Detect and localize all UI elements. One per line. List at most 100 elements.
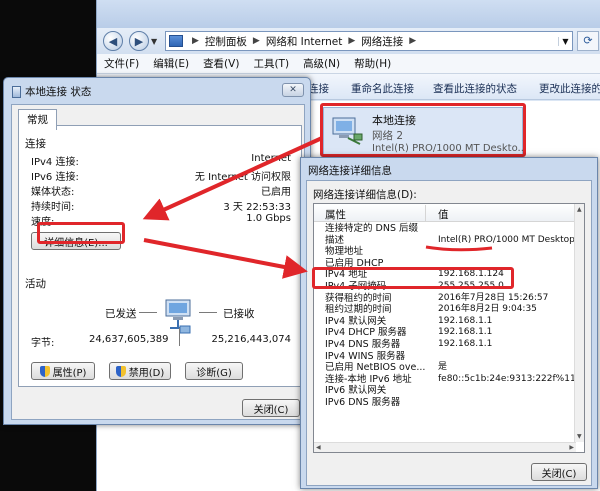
cell-property: 已启用 DHCP	[325, 257, 384, 269]
table-row[interactable]: 已启用 NetBIOS ove... 是	[314, 362, 576, 374]
cell-property: IPv4 DHCP 服务器	[325, 327, 407, 339]
table-row[interactable]: IPv6 DNS 服务器	[314, 397, 576, 409]
received-line	[199, 312, 217, 313]
status-dialog-body: 常规 连接 IPv4 连接: Internet IPv6 连接: 无 Inter…	[11, 104, 305, 420]
vertical-scrollbar[interactable]: ▲ ▼	[574, 204, 584, 442]
ipv6-connectivity-label: IPv6 连接:	[31, 172, 79, 183]
cmd-change-settings[interactable]: 更改此连接的设置	[539, 81, 600, 96]
table-row[interactable]: 描述 Intel(R) PRO/1000 MT Desktop A	[314, 234, 584, 247]
back-arrow-icon: ◀	[108, 34, 118, 48]
breadcrumb-separator-icon[interactable]: ▶	[409, 36, 416, 46]
menu-view[interactable]: 查看(V)	[196, 56, 246, 71]
diagnose-button[interactable]: 诊断(G)	[185, 362, 243, 380]
breadcrumb-item[interactable]: 网络连接	[361, 34, 403, 49]
status-dialog-titlebar: 本地连接 状态	[12, 84, 91, 99]
cell-value: Intel(R) PRO/1000 MT Desktop A	[438, 234, 584, 245]
breadcrumb-separator-icon[interactable]: ▶	[348, 36, 355, 46]
scroll-right-icon[interactable]: ▶	[569, 444, 574, 451]
menu-tools[interactable]: 工具(T)	[246, 56, 296, 71]
cell-property: 描述	[325, 234, 345, 246]
table-row[interactable]: IPv6 默认网关	[314, 385, 576, 397]
cell-value: 192.168.1.1	[438, 339, 493, 349]
menu-help[interactable]: 帮助(H)	[347, 56, 398, 71]
menu-file[interactable]: 文件(F)	[97, 56, 146, 71]
activity-section-label: 活动	[25, 278, 46, 290]
cell-value: 是	[438, 362, 448, 373]
menu-advanced[interactable]: 高级(N)	[296, 56, 347, 71]
scroll-down-icon[interactable]: ▼	[577, 433, 582, 440]
address-dropdown-icon[interactable]: ▼	[558, 36, 572, 46]
breadcrumb-separator-icon[interactable]: ▶	[192, 36, 199, 46]
table-row[interactable]: IPv4 DNS 服务器 192.168.1.1	[314, 339, 576, 351]
network-adapter-icon	[332, 117, 363, 145]
cmd-rename-connection[interactable]: 重命名此连接	[351, 81, 414, 96]
table-row[interactable]: 连接-本地 IPv6 地址 fe80::5c1b:24e:9313:222f%11	[314, 374, 576, 386]
shield-icon	[39, 365, 50, 377]
horizontal-scrollbar[interactable]: ◀ ▶	[314, 442, 576, 452]
status-dialog: 本地连接 状态 ✕ 常规 连接 IPv4 连接: Internet IPv6 连…	[3, 77, 311, 425]
table-row[interactable]: 物理地址	[314, 246, 576, 258]
status-close-button-label: 关闭(C)	[253, 404, 289, 416]
close-icon[interactable]: ✕	[282, 83, 304, 97]
status-close-button[interactable]: 关闭(C)	[242, 399, 300, 417]
scroll-up-icon[interactable]: ▲	[577, 206, 582, 213]
address-bar[interactable]: ▶ 控制面板 ▶ 网络和 Internet ▶ 网络连接 ▶ ▼	[165, 31, 573, 51]
table-row[interactable]: IPv4 子网掩码 255.255.255.0	[314, 281, 576, 293]
table-row[interactable]: 获得租约的时间 2016年7月28日 15:26:57	[314, 293, 576, 305]
back-button[interactable]: ◀	[103, 31, 123, 51]
address-row: ◀ ▶ ▼ ▶ 控制面板 ▶ 网络和 Internet ▶ 网络连接 ▶ ▼ ⟳	[97, 28, 600, 54]
disable-button[interactable]: 禁用(D)	[109, 362, 171, 380]
table-row[interactable]: IPv4 DHCP 服务器 192.168.1.1	[314, 327, 576, 339]
connection-section-label: 连接	[25, 138, 46, 150]
bytes-divider	[179, 328, 180, 346]
forward-button[interactable]: ▶	[129, 31, 149, 51]
table-row[interactable]: 租约过期的时间 2016年8月2日 9:04:35	[314, 304, 576, 316]
column-divider[interactable]	[425, 205, 426, 221]
details-button[interactable]: 详细信息(E)...	[31, 232, 121, 250]
properties-button[interactable]: 属性(P)	[31, 362, 95, 380]
shield-icon	[115, 365, 126, 377]
cell-property: IPv4 DNS 服务器	[325, 339, 401, 350]
connection-tile-local[interactable]: 本地连接 网络 2 Intel(R) PRO/1000 MT Deskto...	[323, 107, 527, 157]
cell-value: 255.255.255.0	[438, 281, 504, 291]
connection-network: 网络 2	[372, 130, 404, 142]
ipv4-connectivity-value: Internet	[251, 153, 291, 164]
table-row[interactable]: 连接特定的 DNS 后缀	[314, 223, 576, 235]
table-row[interactable]: 已启用 DHCP	[314, 258, 576, 270]
history-dropdown-icon[interactable]: ▼	[151, 37, 161, 46]
cell-property: 租约过期的时间	[325, 304, 392, 316]
cell-property: IPv6 DNS 服务器	[325, 397, 401, 408]
connection-device: Intel(R) PRO/1000 MT Deskto...	[372, 143, 528, 154]
table-row[interactable]: IPv4 WINS 服务器	[314, 351, 576, 363]
table-row[interactable]: IPv4 地址 192.168.1.124	[314, 269, 576, 281]
cell-property: IPv6 默认网关	[325, 385, 387, 397]
column-header-value[interactable]: 值	[438, 207, 449, 222]
tab-general[interactable]: 常规	[18, 109, 57, 130]
cell-property: IPv4 默认网关	[325, 315, 387, 327]
duration-label: 持续时间:	[31, 202, 75, 213]
network-icon	[12, 85, 21, 98]
cmd-view-status[interactable]: 查看此连接的状态	[433, 81, 517, 96]
speed-label: 速度:	[31, 217, 55, 228]
cell-property: 获得租约的时间	[325, 292, 392, 304]
sent-label: 已发送	[105, 308, 137, 320]
bytes-sent-value: 24,637,605,389	[89, 334, 169, 345]
network-activity-icon	[165, 299, 191, 334]
cell-property: IPv4 地址	[325, 269, 368, 281]
refresh-button[interactable]: ⟳	[577, 31, 599, 51]
scroll-left-icon[interactable]: ◀	[316, 444, 321, 451]
cell-property: 连接-本地 IPv6 地址	[325, 373, 412, 385]
cell-value: 2016年8月2日 9:04:35	[438, 304, 537, 315]
media-state-value: 已启用	[261, 187, 291, 198]
breadcrumb-separator-icon[interactable]: ▶	[253, 36, 260, 46]
column-header-property[interactable]: 属性	[325, 207, 346, 222]
sent-line	[139, 312, 157, 313]
cell-property: IPv4 子网掩码	[325, 281, 387, 292]
breadcrumb-item[interactable]: 控制面板	[205, 34, 247, 49]
details-close-button[interactable]: 关闭(C)	[531, 463, 587, 481]
table-row[interactable]: IPv4 默认网关 192.168.1.1	[314, 316, 576, 328]
menu-edit[interactable]: 编辑(E)	[146, 56, 196, 71]
general-tab-panel: 连接 IPv4 连接: Internet IPv6 连接: 无 Internet…	[18, 125, 302, 387]
breadcrumb-item[interactable]: 网络和 Internet	[266, 34, 343, 49]
details-list[interactable]: 属性 值 连接特定的 DNS 后缀 描述 Intel(R) PRO/1000 MT …	[313, 203, 585, 453]
